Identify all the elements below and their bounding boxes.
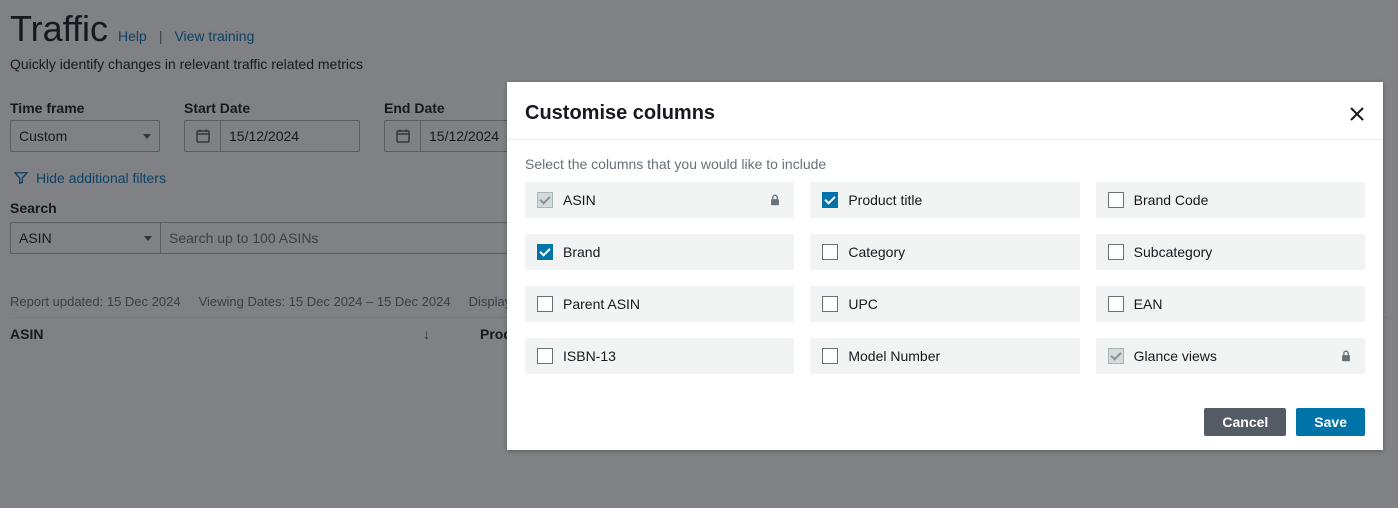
column-label: Model Number	[848, 348, 940, 364]
customise-columns-modal: Customise columns Select the columns tha…	[507, 82, 1383, 450]
column-option-brand[interactable]: Brand	[525, 234, 794, 270]
save-button[interactable]: Save	[1296, 408, 1365, 436]
checkbox[interactable]	[1108, 244, 1124, 260]
column-label: UPC	[848, 296, 878, 312]
checkbox[interactable]	[537, 296, 553, 312]
column-option-parent-asin[interactable]: Parent ASIN	[525, 286, 794, 322]
column-label: ISBN-13	[563, 348, 616, 364]
checkbox	[537, 192, 553, 208]
column-option-asin: ASIN	[525, 182, 794, 218]
column-label: ASIN	[563, 192, 596, 208]
column-option-glance-views: Glance views	[1096, 338, 1365, 374]
column-option-product-title[interactable]: Product title	[810, 182, 1079, 218]
column-label: Brand Code	[1134, 192, 1209, 208]
checkbox[interactable]	[537, 348, 553, 364]
checkbox[interactable]	[1108, 192, 1124, 208]
column-label: Parent ASIN	[563, 296, 640, 312]
column-option-ean[interactable]: EAN	[1096, 286, 1365, 322]
column-option-brand-code[interactable]: Brand Code	[1096, 182, 1365, 218]
checkbox[interactable]	[822, 192, 838, 208]
column-label: Glance views	[1134, 348, 1217, 364]
column-label: Category	[848, 244, 905, 260]
close-icon[interactable]	[1349, 106, 1365, 122]
column-option-subcategory[interactable]: Subcategory	[1096, 234, 1365, 270]
column-option-upc[interactable]: UPC	[810, 286, 1079, 322]
column-label: Brand	[563, 244, 600, 260]
column-label: EAN	[1134, 296, 1163, 312]
cancel-button[interactable]: Cancel	[1204, 408, 1286, 436]
column-option-category[interactable]: Category	[810, 234, 1079, 270]
checkbox[interactable]	[822, 348, 838, 364]
modal-title: Customise columns	[525, 102, 715, 125]
modal-hint: Select the columns that you would like t…	[525, 156, 1365, 172]
column-option-model-number[interactable]: Model Number	[810, 338, 1079, 374]
checkbox	[1108, 348, 1124, 364]
column-option-isbn-13[interactable]: ISBN-13	[525, 338, 794, 374]
checkbox[interactable]	[822, 296, 838, 312]
column-label: Product title	[848, 192, 922, 208]
checkbox[interactable]	[537, 244, 553, 260]
checkbox[interactable]	[1108, 296, 1124, 312]
checkbox[interactable]	[822, 244, 838, 260]
column-label: Subcategory	[1134, 244, 1213, 260]
